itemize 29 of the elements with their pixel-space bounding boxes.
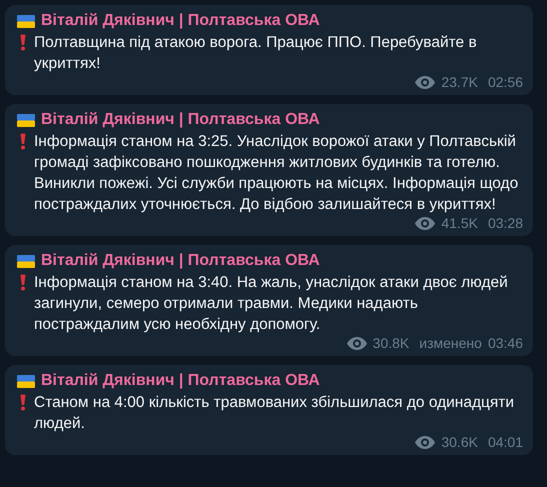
eye-icon: [415, 436, 436, 449]
message-time: 02:56: [488, 73, 523, 92]
exclamation-icon: [20, 133, 26, 150]
eye-icon: [415, 76, 436, 89]
exclamation-icon: [20, 34, 26, 51]
exclamation-icon: [20, 394, 26, 411]
message-text: Інформація станом на 3:40. На жаль, унаслідок атаки двоє людей загинули, семеро отримали травми. Медики надають постраждалим усю необхідну допомогу.: [34, 273, 509, 335]
flag-icon: [17, 114, 35, 126]
message-time: 03:46: [488, 334, 523, 353]
message-text: Інформація станом на 3:25. Унаслідок ворожої атаки у Полтавській громаді зафіксовано пошкодження житлових будинків та готелю. Виникли пожежі. Усі служби працюють на місцях. Інформація щодо постраждалих уточнюється. До відбою залишайтеся в укриттях!: [34, 132, 520, 215]
eye-icon: [346, 337, 367, 350]
message-time: 03:28: [488, 214, 523, 233]
message-time: 04:01: [488, 433, 523, 452]
flag-icon: [17, 254, 35, 268]
view-count: 30.6K: [441, 433, 478, 452]
view-count: 41.5K: [441, 214, 478, 233]
view-count: 30.8K: [372, 334, 410, 353]
message-text: Полтавщина під атакою ворога. Працює ППО. Перебувайте в укриттях!: [34, 33, 478, 74]
author-name[interactable]: Віталій Дяківнич | Полтавська ОВА: [41, 9, 320, 33]
message-text: Станом на 4:00 кількість травмованих збільшилася до одинадцяти людей.: [34, 393, 516, 434]
exclamation-icon: [20, 274, 26, 291]
edited-label: изменено: [419, 334, 482, 353]
flag-icon: [17, 14, 35, 28]
author-name[interactable]: Віталій Дяківнич | Полтавська ОВА: [41, 369, 320, 393]
author-name[interactable]: Віталій Дяківнич | Полтавська ОВА: [41, 249, 320, 273]
author-name[interactable]: Віталій Дяківнич | Полтавська ОВА: [41, 108, 320, 132]
eye-icon: [415, 217, 436, 230]
flag-icon: [17, 374, 35, 388]
view-count: 23.7K: [441, 73, 478, 92]
